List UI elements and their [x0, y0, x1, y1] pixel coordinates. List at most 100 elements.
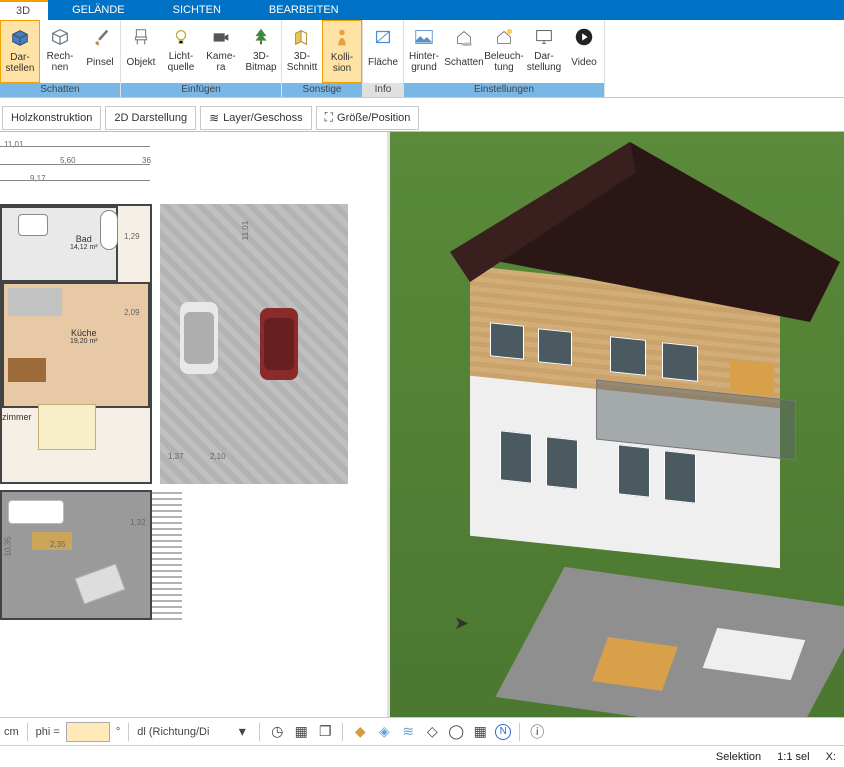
monitor-icon	[531, 24, 557, 50]
tab-bearbeiten[interactable]: BEARBEITEN	[245, 0, 363, 20]
bathtub-icon	[100, 210, 118, 250]
btn-hintergrund-label: Hinter-grund	[409, 51, 439, 73]
btn-darstellen[interactable]: Dar-stellen	[0, 20, 40, 83]
layers-icon[interactable]: ❐	[316, 723, 334, 741]
window-icon	[664, 450, 696, 503]
btn-schatten-set-label: Schatten	[444, 51, 483, 73]
status-scale: 1:1 sel	[777, 751, 809, 763]
roof	[420, 132, 844, 362]
tree-icon	[248, 24, 274, 50]
work-area: 11,01 5,60 36 9,17 Bad14,12 m² Küche19,2…	[0, 132, 844, 728]
group-einstellungen: Hinter-grund Schatten Beleuch-tung Dar-s…	[404, 20, 605, 97]
cube-icon	[7, 25, 33, 51]
btn-2d-darstellung[interactable]: 2D Darstellung	[105, 106, 196, 130]
resize-icon: ⛶	[325, 110, 333, 125]
btn-schatten-set[interactable]: Schatten	[444, 20, 484, 83]
status-x: X:	[826, 751, 836, 763]
person-icon	[329, 25, 355, 51]
tab-gelaende[interactable]: GELÄNDE	[48, 0, 149, 20]
btn-beleuchtung[interactable]: Beleuch-tung	[484, 20, 524, 83]
btn-objekt-label: Objekt	[127, 51, 156, 73]
btn-flaeche-label: Fläche	[368, 51, 398, 73]
window-icon	[500, 430, 532, 483]
house-light-icon	[491, 24, 517, 50]
bulb-icon	[168, 24, 194, 50]
group-sonstige-label: Sonstige	[282, 83, 362, 97]
btn-pinsel-label: Pinsel	[86, 51, 113, 73]
tab-sichten[interactable]: SICHTEN	[149, 0, 245, 20]
btn-kollision[interactable]: Kolli-sion	[322, 20, 362, 83]
btn-video[interactable]: Video	[564, 20, 604, 83]
group-info-label: Info	[363, 83, 403, 97]
grid3d-icon[interactable]: ◈	[375, 723, 393, 741]
btn-hintergrund[interactable]: Hinter-grund	[404, 20, 444, 83]
secondary-toolbar: Holzkonstruktion 2D Darstellung ≋Layer/G…	[0, 104, 844, 132]
dim-label: 2,10	[210, 452, 226, 461]
btn-lichtquelle[interactable]: Licht-quelle	[161, 20, 201, 83]
btn-video-label: Video	[571, 51, 596, 73]
pane-3d-view[interactable]: ➤	[390, 132, 844, 728]
group-info: Fläche Info	[363, 20, 404, 97]
toilet-icon	[18, 214, 48, 236]
section-icon	[289, 24, 315, 50]
car-icon	[260, 308, 298, 380]
table-icon	[38, 404, 96, 450]
btn-darstellen-label: Dar-stellen	[6, 52, 35, 74]
landscape-icon	[411, 24, 437, 50]
play-icon	[571, 24, 597, 50]
room-kueche: Küche19,20 m²	[70, 328, 98, 345]
unit-label: cm	[4, 726, 19, 738]
stack-icon[interactable]: ▦	[292, 723, 310, 741]
window-icon	[618, 444, 650, 497]
group-schatten-label: Schatten	[0, 83, 120, 97]
group-sonstige: 3D-Schnitt Kolli-sion Sonstige	[282, 20, 363, 97]
north-icon[interactable]: N	[495, 724, 511, 740]
btn-holzkonstruktion[interactable]: Holzkonstruktion	[2, 106, 101, 130]
dim-label: 1,37	[168, 452, 184, 461]
layers2-icon[interactable]: ≋	[399, 723, 417, 741]
clock-icon[interactable]: ◷	[268, 723, 286, 741]
btn-kamera[interactable]: Kame-ra	[201, 20, 241, 83]
btn-3dschnitt-label: 3D-Schnitt	[287, 51, 318, 73]
btn-groesse-position[interactable]: ⛶Größe/Position	[316, 106, 420, 130]
btn-3dbitmap-label: 3D-Bitmap	[245, 51, 276, 73]
info-icon[interactable]: ⓘ	[528, 723, 546, 741]
grid-icon[interactable]: ▦	[471, 723, 489, 741]
diamond-icon[interactable]: ◇	[423, 723, 441, 741]
btn-objekt[interactable]: Objekt	[121, 20, 161, 83]
dim-label: 1,32	[130, 518, 146, 527]
cursor-icon: ➤	[454, 613, 469, 634]
window-icon	[546, 436, 578, 489]
phi-input[interactable]	[66, 722, 110, 742]
bottom-toolbar: cm phi = ° dl (Richtung/Di ▾ ◷ ▦ ❐ ◆ ◈ ≋…	[0, 717, 844, 745]
brush-icon	[87, 24, 113, 50]
btn-3dbitmap[interactable]: 3D-Bitmap	[241, 20, 281, 83]
btn-layer-geschoss[interactable]: ≋Layer/Geschoss	[200, 106, 312, 130]
ribbon: Dar-stellen Rech-nen Pinsel Schatten Obj…	[0, 20, 844, 98]
layers-icon: ≋	[209, 111, 219, 125]
btn-kamera-label: Kame-ra	[206, 51, 235, 73]
dl-label: dl (Richtung/Di	[137, 726, 227, 738]
btn-lichtquelle-label: Licht-quelle	[168, 51, 195, 73]
cube-small-icon[interactable]: ◆	[351, 723, 369, 741]
btn-rechnen[interactable]: Rech-nen	[40, 20, 80, 83]
btn-pinsel[interactable]: Pinsel	[80, 20, 120, 83]
btn-darstellung-label: Dar-stellung	[527, 51, 561, 73]
circle-icon[interactable]: ◯	[447, 723, 465, 741]
pane-2d-floorplan[interactable]: 11,01 5,60 36 9,17 Bad14,12 m² Küche19,2…	[0, 132, 390, 728]
btn-darstellung[interactable]: Dar-stellung	[524, 20, 564, 83]
dim-label: 2,09	[124, 308, 140, 317]
room-zimmer: zimmer	[2, 412, 32, 422]
deg-label: °	[116, 726, 120, 738]
btn-flaeche[interactable]: Fläche	[363, 20, 403, 83]
dim-label: 11,01	[241, 221, 250, 240]
tab-3d[interactable]: 3D	[0, 0, 48, 20]
dim-label: 11,01	[4, 140, 23, 149]
group-einstellungen-label: Einstellungen	[404, 83, 604, 97]
dropdown-icon[interactable]: ▾	[233, 723, 251, 741]
btn-rechnen-label: Rech-nen	[47, 51, 74, 73]
phi-label: phi =	[36, 726, 60, 738]
camera-icon	[208, 24, 234, 50]
hedge-icon	[152, 490, 182, 620]
btn-3dschnitt[interactable]: 3D-Schnitt	[282, 20, 322, 83]
